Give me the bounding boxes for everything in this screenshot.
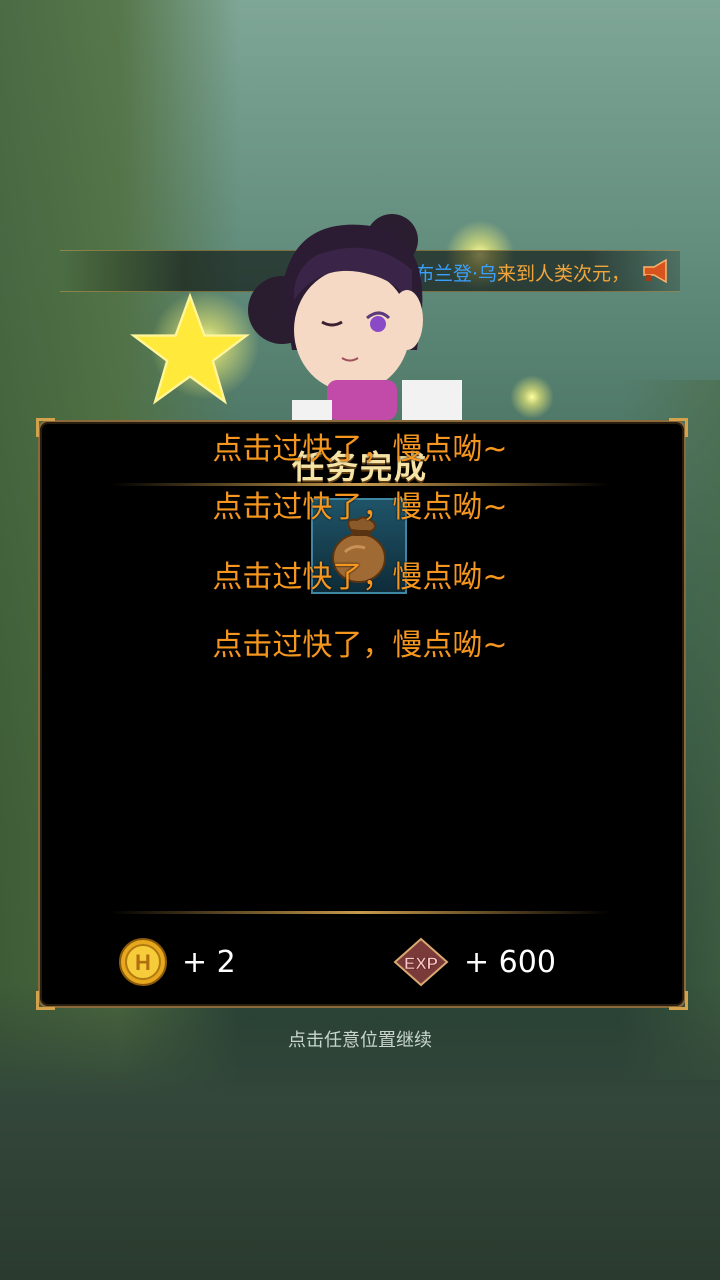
panel-corner <box>669 991 688 1010</box>
svg-text:EXP: EXP <box>404 954 438 973</box>
broadcast-suffix: 来到人类次元， <box>496 263 630 285</box>
character-portrait <box>248 214 462 440</box>
click-too-fast-message: 点击过快了，慢点呦~ <box>212 432 508 467</box>
horn-icon[interactable] <box>640 257 670 285</box>
continue-hint[interactable]: 点击任意位置继续 <box>0 1026 720 1052</box>
click-too-fast-message: 点击过快了，慢点呦~ <box>212 628 508 663</box>
click-too-fast-message: 点击过快了，慢点呦~ <box>212 490 508 525</box>
rewards-divider <box>110 911 610 914</box>
exp-icon: EXP <box>393 937 449 987</box>
sparkle-light <box>510 375 554 419</box>
svg-text:H: H <box>135 950 151 975</box>
coin-reward: H + 2 <box>118 938 236 986</box>
panel-corner <box>36 991 55 1010</box>
click-too-fast-message: 点击过快了，慢点呦~ <box>212 560 508 595</box>
exp-reward: EXP + 600 <box>392 937 556 987</box>
forest-ground <box>0 980 720 1280</box>
exp-reward-value: + 600 <box>464 944 556 980</box>
coin-reward-value: + 2 <box>182 944 236 980</box>
gold-coin-icon: H <box>119 938 167 986</box>
